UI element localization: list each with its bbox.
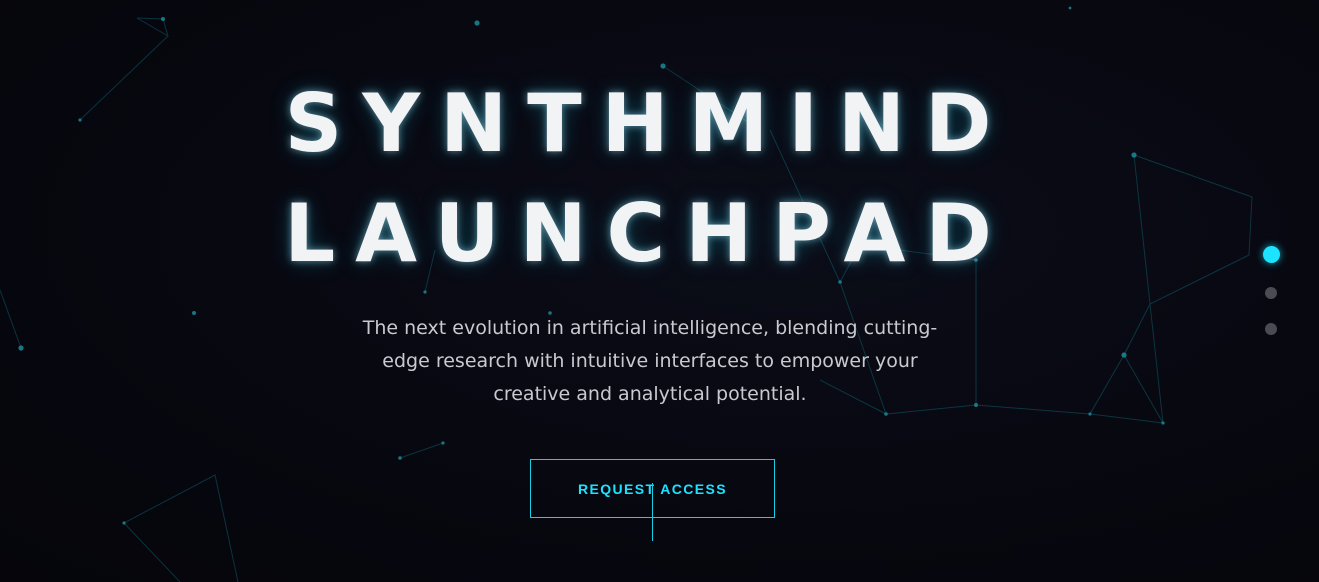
slide-dot-3[interactable]: [1265, 323, 1277, 335]
slide-pagination: [1262, 246, 1280, 335]
tagline-line-3: creative and analytical potential.: [493, 383, 807, 405]
tagline-line-2: edge research with intuitive interfaces …: [382, 350, 918, 372]
tagline-line-1: The next evolution in artificial intelli…: [362, 317, 938, 339]
cta-accent-line: [652, 483, 653, 541]
slide-dot-2[interactable]: [1265, 287, 1277, 299]
slide-dot-1-active[interactable]: [1262, 246, 1280, 263]
hero-section: SYNTHMIND LAUNCHPAD The next evolution i…: [0, 0, 1319, 582]
hero-title-line-1: SYNTHMIND: [284, 77, 1012, 170]
hero-tagline: The next evolution in artificial intelli…: [345, 312, 955, 411]
hero-title-line-2: LAUNCHPAD: [284, 187, 1012, 280]
